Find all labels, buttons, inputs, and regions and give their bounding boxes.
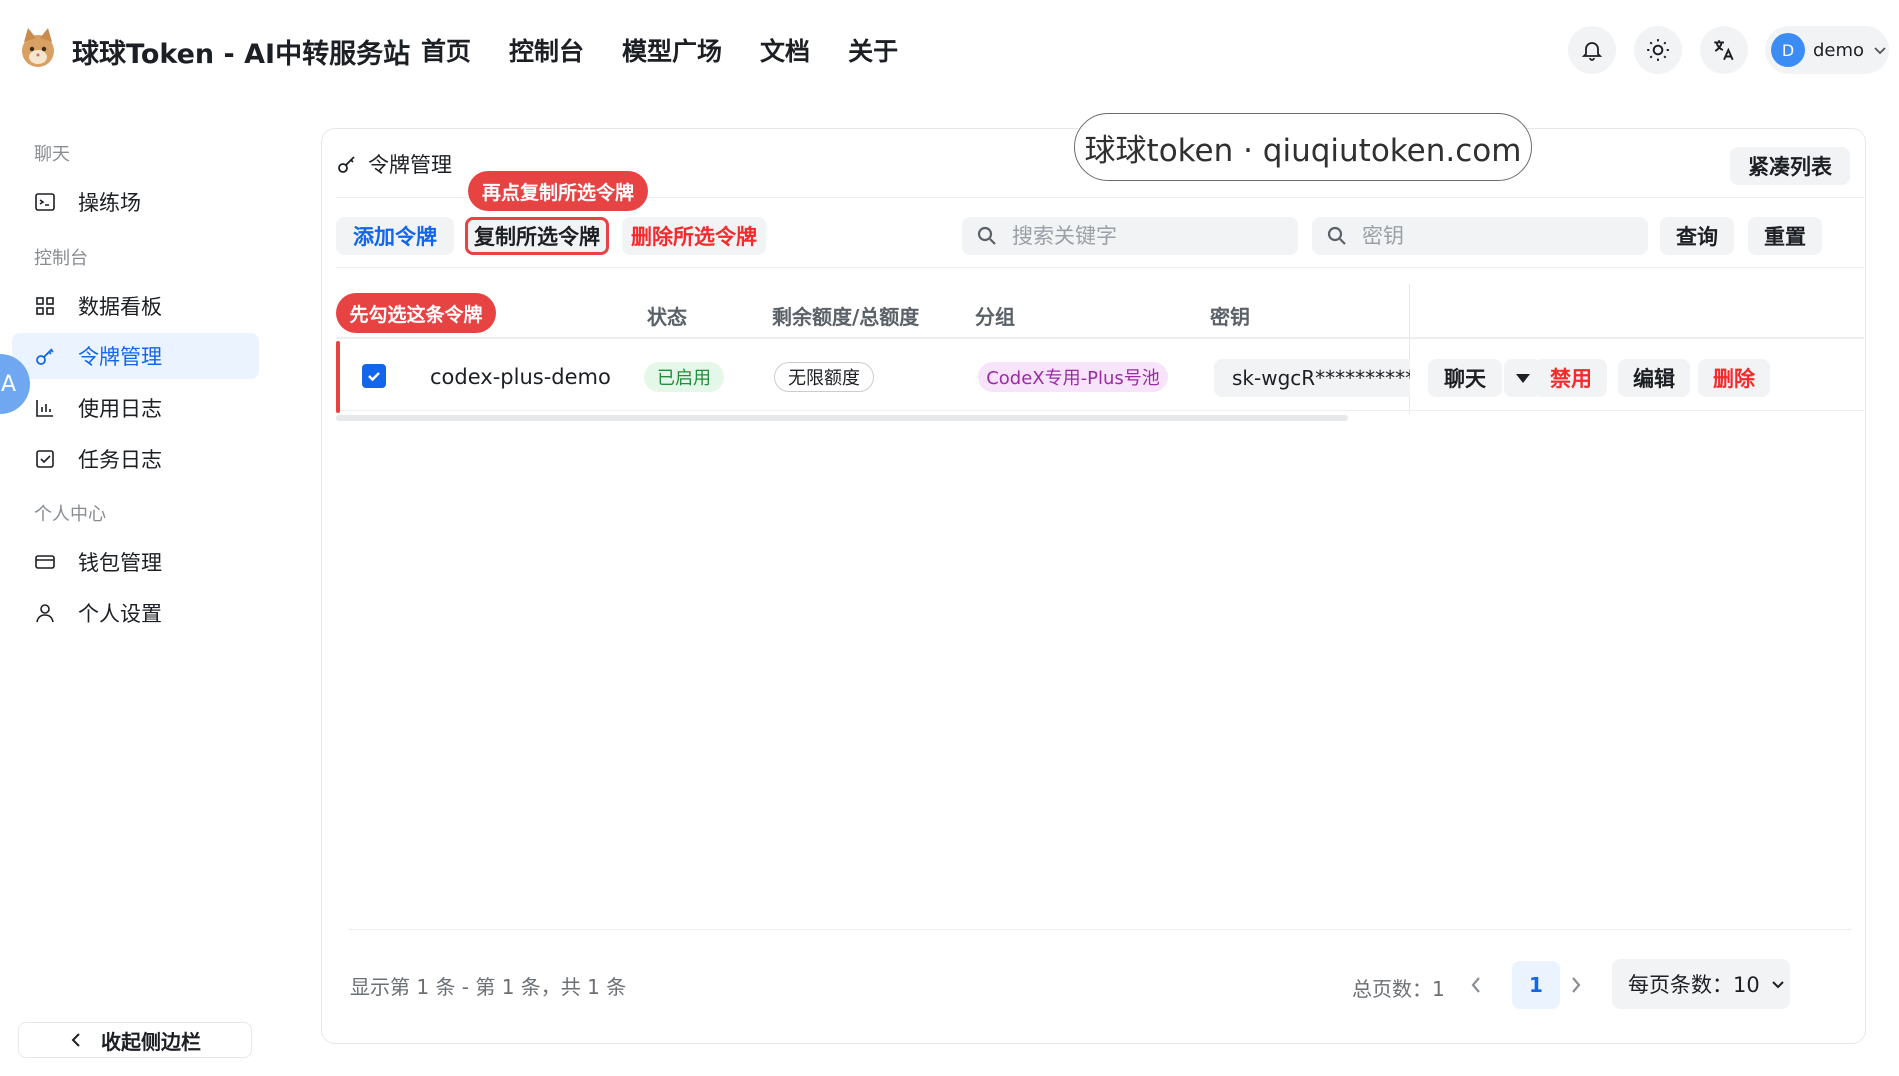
copy-hint-callout: 再点复制所选令牌 bbox=[468, 171, 648, 211]
cat-logo-icon[interactable] bbox=[16, 26, 60, 70]
nav-docs[interactable]: 文档 bbox=[760, 32, 810, 68]
pagination-info: 显示第 1 条 - 第 1 条，共 1 条 bbox=[350, 975, 627, 999]
checkbox-icon bbox=[34, 448, 56, 470]
app-title[interactable]: 球球Token - AI中转服务站 bbox=[72, 32, 410, 71]
search-icon bbox=[977, 226, 996, 245]
query-button[interactable]: 查询 bbox=[1660, 217, 1734, 255]
divider bbox=[336, 267, 1864, 268]
page-title: 令牌管理 bbox=[368, 153, 452, 177]
terminal-icon bbox=[34, 191, 56, 213]
key-icon bbox=[338, 156, 355, 173]
wallet-icon bbox=[34, 551, 56, 573]
bar-chart-icon bbox=[34, 397, 56, 419]
sidebar-item-label: 个人设置 bbox=[78, 602, 162, 626]
notifications-button[interactable] bbox=[1568, 26, 1616, 74]
card-header: 令牌管理 bbox=[336, 149, 452, 179]
quota-badge: 无限额度 bbox=[774, 362, 874, 392]
copy-selected-tokens-button[interactable]: 复制所选令牌 bbox=[465, 217, 609, 255]
group-badge: CodeX专用-Plus号池 bbox=[978, 362, 1168, 392]
sidebar-group-personal: 个人中心 bbox=[34, 504, 106, 525]
reset-button[interactable]: 重置 bbox=[1748, 217, 1822, 255]
token-key[interactable]: sk-wgcR**********f bbox=[1214, 359, 1410, 397]
sidebar-group-chat: 聊天 bbox=[34, 144, 70, 165]
chevron-right-icon bbox=[1572, 977, 1581, 993]
column-header-group[interactable]: 分组 bbox=[975, 301, 1015, 330]
main-nav: 首页 控制台 模型广场 文档 关于 bbox=[421, 32, 898, 68]
checkmark-icon bbox=[368, 372, 380, 382]
language-button[interactable] bbox=[1700, 26, 1748, 74]
delete-button[interactable]: 删除 bbox=[1698, 359, 1770, 397]
delete-selected-tokens-button[interactable]: 删除所选令牌 bbox=[622, 217, 766, 255]
sidebar: 聊天 操练场 控制台 数据看板 令牌管理 使用日志 任务日志 个人中心 钱包管理… bbox=[0, 92, 270, 1076]
column-header-key[interactable]: 密钥 bbox=[1210, 301, 1250, 330]
sun-icon bbox=[1647, 39, 1669, 61]
nav-home[interactable]: 首页 bbox=[421, 32, 471, 68]
keyword-search-input[interactable] bbox=[1012, 224, 1292, 248]
translate-icon bbox=[1714, 40, 1734, 61]
nav-models[interactable]: 模型广场 bbox=[622, 32, 722, 68]
key-search-box[interactable] bbox=[1312, 217, 1648, 255]
page-number-current[interactable]: 1 bbox=[1512, 961, 1560, 1009]
chevron-down-icon bbox=[1874, 47, 1886, 55]
nav-console[interactable]: 控制台 bbox=[509, 32, 584, 68]
search-icon bbox=[1327, 226, 1346, 245]
column-header-status[interactable]: 状态 bbox=[647, 301, 687, 330]
prev-page-button[interactable] bbox=[1458, 965, 1494, 1005]
grid-icon bbox=[34, 295, 56, 317]
user-name: demo bbox=[1813, 39, 1865, 61]
key-search-input[interactable] bbox=[1362, 224, 1642, 248]
add-token-button[interactable]: 添加令牌 bbox=[336, 217, 454, 255]
chevron-left-icon bbox=[71, 1033, 80, 1047]
user-menu[interactable]: D demo bbox=[1765, 26, 1889, 74]
caret-down-icon bbox=[1516, 374, 1530, 383]
sidebar-item-label: 数据看板 bbox=[78, 295, 162, 319]
disable-button[interactable]: 禁用 bbox=[1535, 359, 1607, 397]
avatar: D bbox=[1771, 33, 1805, 67]
theme-toggle-button[interactable] bbox=[1634, 26, 1682, 74]
sidebar-item-usage-logs[interactable]: 使用日志 bbox=[12, 385, 259, 431]
sidebar-item-wallet[interactable]: 钱包管理 bbox=[12, 539, 259, 585]
next-page-button[interactable] bbox=[1558, 965, 1594, 1005]
sidebar-item-label: 钱包管理 bbox=[78, 551, 162, 575]
page-size-select[interactable]: 每页条数：10 bbox=[1612, 959, 1790, 1009]
row-select-checkbox[interactable] bbox=[362, 364, 386, 388]
site-watermark: 球球token · qiuqiutoken.com bbox=[1074, 113, 1532, 181]
sidebar-item-label: 使用日志 bbox=[78, 397, 162, 421]
footer-divider bbox=[348, 929, 1852, 930]
sidebar-item-settings[interactable]: 个人设置 bbox=[12, 590, 259, 636]
total-pages: 总页数：1 bbox=[1352, 977, 1445, 1001]
page-size-label: 每页条数：10 bbox=[1628, 973, 1760, 997]
sidebar-item-dashboard[interactable]: 数据看板 bbox=[12, 283, 259, 329]
chat-button[interactable]: 聊天 bbox=[1428, 359, 1502, 397]
sidebar-item-label: 任务日志 bbox=[78, 448, 162, 472]
collapse-sidebar-button[interactable]: 收起侧边栏 bbox=[18, 1022, 252, 1058]
edit-button[interactable]: 编辑 bbox=[1618, 359, 1690, 397]
horizontal-scrollbar[interactable] bbox=[336, 415, 1348, 421]
column-header-quota[interactable]: 剩余额度/总额度 bbox=[772, 301, 919, 330]
select-hint-callout: 先勾选这条令牌 bbox=[336, 293, 496, 333]
status-badge: 已启用 bbox=[644, 362, 724, 392]
collapse-sidebar-label: 收起侧边栏 bbox=[101, 1029, 201, 1054]
sidebar-item-label: 令牌管理 bbox=[78, 345, 162, 369]
sidebar-item-tokens[interactable]: 令牌管理 bbox=[12, 333, 259, 379]
row-highlight-marker bbox=[336, 341, 340, 413]
user-icon bbox=[34, 602, 56, 624]
key-icon bbox=[34, 345, 56, 367]
sidebar-item-playground[interactable]: 操练场 bbox=[12, 179, 259, 225]
sidebar-item-task-logs[interactable]: 任务日志 bbox=[12, 436, 259, 482]
top-header: 球球Token - AI中转服务站 首页 控制台 模型广场 文档 关于 D de… bbox=[0, 0, 1899, 92]
table-header-divider bbox=[336, 337, 1864, 339]
chevron-down-icon bbox=[1772, 981, 1784, 989]
compact-list-button[interactable]: 紧凑列表 bbox=[1730, 147, 1850, 185]
nav-about[interactable]: 关于 bbox=[848, 32, 898, 68]
chevron-left-icon bbox=[1471, 977, 1480, 993]
keyword-search-box[interactable] bbox=[962, 217, 1298, 255]
token-name: codex-plus-demo bbox=[430, 365, 611, 389]
tokens-card: 令牌管理 球球token · qiuqiutoken.com 紧凑列表 添加令牌… bbox=[321, 113, 1866, 1044]
sidebar-item-label: 操练场 bbox=[78, 191, 141, 215]
sidebar-group-console: 控制台 bbox=[34, 248, 88, 269]
bell-icon bbox=[1581, 42, 1603, 61]
